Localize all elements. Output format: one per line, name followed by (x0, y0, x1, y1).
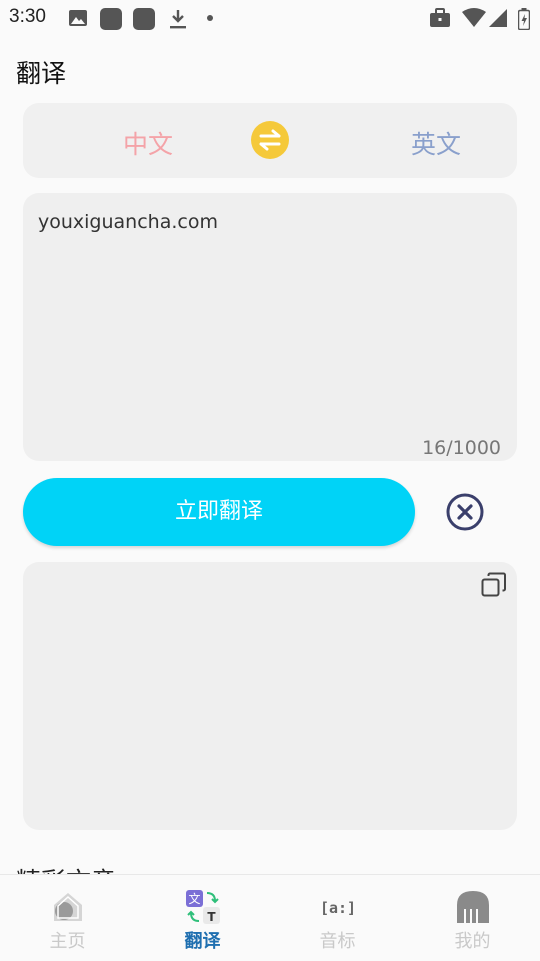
target-language-button[interactable]: 英文 (411, 125, 461, 161)
image-notification-icon (69, 10, 87, 26)
page-title: 翻译 (16, 59, 67, 88)
input-card: youxiguancha.com 16/1000 (23, 193, 517, 461)
swap-languages-button[interactable] (251, 121, 289, 159)
svg-text:文: 文 (188, 891, 200, 906)
home-icon (53, 893, 82, 921)
nav-item-profile[interactable]: 我的 (405, 875, 540, 961)
profile-icon (456, 891, 489, 923)
source-text-input[interactable]: youxiguancha.com (38, 211, 498, 411)
nav-item-home[interactable]: 主页 (0, 875, 135, 961)
clear-button[interactable] (446, 493, 484, 531)
download-icon (170, 10, 186, 29)
svg-text:[a:]: [a:] (320, 899, 356, 917)
more-notifications-icon (207, 15, 213, 21)
app-notification-icon (100, 8, 122, 30)
nav-label-phonetic: 音标 (319, 931, 356, 952)
output-card (23, 562, 517, 830)
nav-item-translate[interactable]: 文 T 翻译 (135, 875, 270, 961)
svg-text:T: T (207, 910, 216, 924)
nav-label-profile: 我的 (454, 931, 491, 952)
phonetic-icon: [a:] (320, 899, 356, 917)
nav-label-home: 主页 (49, 931, 86, 952)
character-counter: 16/1000 (422, 437, 501, 459)
translate-now-button[interactable]: 立即翻译 (23, 478, 415, 546)
nav-label-translate: 翻译 (184, 931, 221, 952)
copy-icon (481, 572, 506, 597)
translate-icon: 文 T (185, 890, 220, 924)
work-profile-icon (430, 8, 450, 27)
copy-button[interactable] (481, 572, 507, 598)
swap-icon (259, 129, 281, 151)
language-selector: 中文 英文 (23, 103, 517, 178)
signal-icon (489, 9, 507, 27)
status-bar: 3:30 (0, 0, 540, 36)
source-language-button[interactable]: 中文 (123, 125, 173, 161)
battery-icon (518, 8, 530, 30)
app-notification-icon (133, 8, 155, 30)
nav-item-phonetic[interactable]: [a:] 音标 (270, 875, 405, 961)
close-circle-icon (446, 493, 484, 531)
status-time: 3:30 (9, 6, 46, 27)
bottom-navigation: 主页 文 T 翻译 [a:] 音标 我的 (0, 874, 540, 961)
wifi-icon (462, 8, 486, 27)
